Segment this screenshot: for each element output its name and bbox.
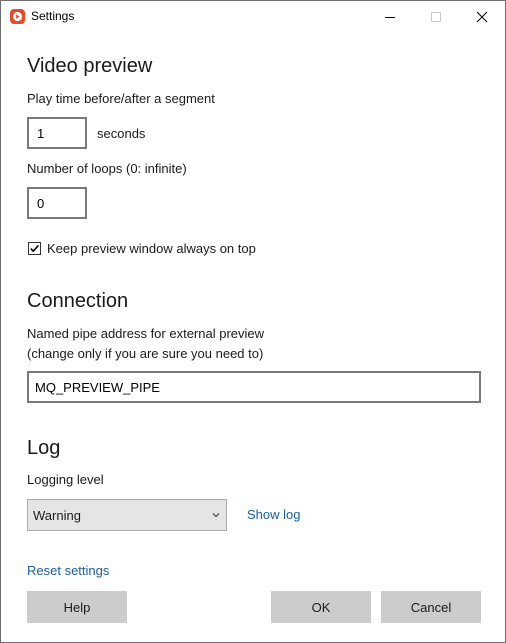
settings-window: Settings Video preview Play time before/… bbox=[0, 0, 506, 643]
minimize-button[interactable] bbox=[367, 1, 413, 32]
log-heading: Log bbox=[27, 437, 61, 459]
pipe-address-input[interactable]: MQ_PREVIEW_PIPE bbox=[27, 371, 481, 403]
maximize-icon bbox=[431, 11, 441, 22]
help-button[interactable]: Help bbox=[27, 591, 127, 623]
loops-label: Number of loops (0: infinite) bbox=[27, 161, 187, 176]
reset-settings-link[interactable]: Reset settings bbox=[27, 563, 109, 578]
logging-level-label: Logging level bbox=[27, 472, 104, 487]
ok-button[interactable]: OK bbox=[271, 591, 371, 623]
title-bar: Settings bbox=[1, 1, 505, 32]
minimize-icon bbox=[385, 16, 395, 18]
seconds-unit-label: seconds bbox=[97, 126, 146, 141]
pipe-label-line2: (change only if you are sure you need to… bbox=[27, 346, 264, 361]
pipe-label-line1: Named pipe address for external preview bbox=[27, 326, 265, 341]
close-icon bbox=[476, 11, 488, 22]
play-time-label: Play time before/after a segment bbox=[27, 91, 215, 106]
play-time-input[interactable]: 1 bbox=[27, 117, 87, 149]
loops-input[interactable]: 0 bbox=[27, 187, 87, 219]
logging-level-select[interactable]: Warning bbox=[27, 499, 227, 531]
always-on-top-checkbox[interactable] bbox=[28, 242, 41, 255]
cancel-button[interactable]: Cancel bbox=[381, 591, 481, 623]
checkmark-icon bbox=[30, 244, 40, 253]
maximize-button[interactable] bbox=[413, 1, 459, 32]
show-log-link[interactable]: Show log bbox=[247, 507, 300, 522]
video-preview-heading: Video preview bbox=[27, 55, 153, 77]
logging-level-value: Warning bbox=[33, 507, 81, 523]
chevron-down-icon bbox=[212, 513, 220, 518]
always-on-top-label[interactable]: Keep preview window always on top bbox=[47, 239, 256, 259]
play-icon bbox=[10, 9, 25, 24]
close-button[interactable] bbox=[459, 1, 505, 32]
connection-heading: Connection bbox=[27, 290, 129, 312]
window-title: Settings bbox=[31, 9, 75, 23]
